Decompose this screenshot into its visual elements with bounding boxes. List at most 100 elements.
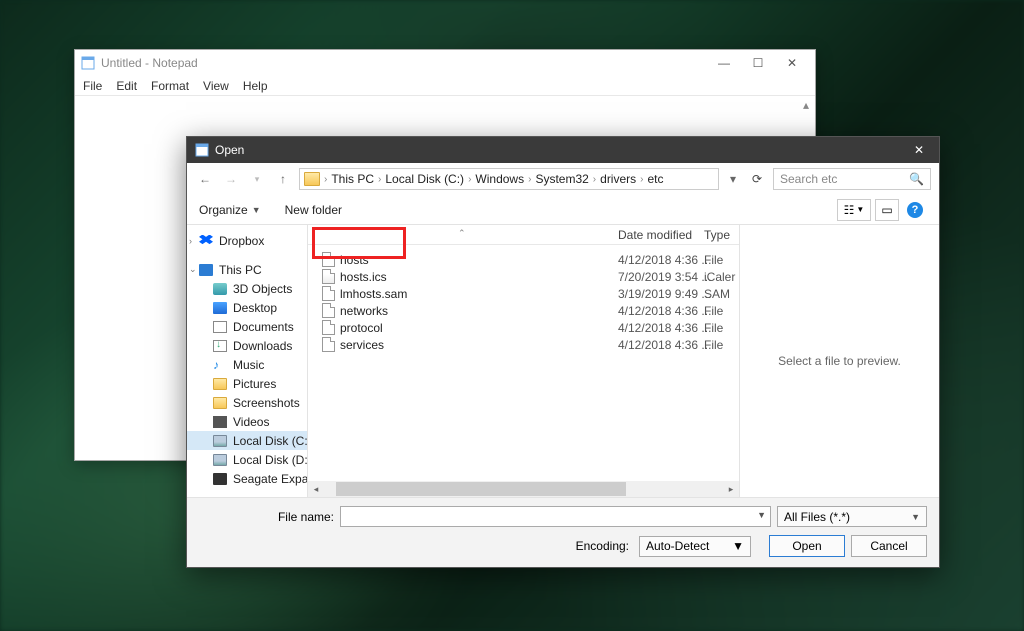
maximize-button[interactable]: ☐	[741, 50, 775, 76]
file-date: 4/12/2018 4:36 ...	[618, 321, 711, 335]
dialog-titlebar[interactable]: Open ✕	[187, 137, 939, 163]
chevron-down-icon: ⌄	[189, 264, 197, 275]
file-type: File	[704, 338, 723, 352]
sidebar-item-music[interactable]: ♪Music	[187, 355, 307, 374]
encoding-value: Auto-Detect	[646, 539, 709, 553]
file-row-hosts-ics[interactable]: hosts.ics7/20/2019 3:54 ...iCaler	[308, 268, 739, 285]
menu-file[interactable]: File	[83, 79, 102, 93]
preview-message: Select a file to preview.	[778, 354, 901, 368]
sidebar-item-label: Dropbox	[219, 234, 264, 248]
view-icon: ☷	[844, 203, 855, 217]
search-icon: 🔍	[909, 172, 924, 186]
file-row-hosts[interactable]: hosts4/12/2018 4:36 ...File	[308, 251, 739, 268]
drive-icon	[213, 435, 227, 447]
minimize-button[interactable]: ―	[707, 50, 741, 76]
up-button[interactable]: ↑	[273, 172, 293, 186]
toolbar: Organize ▼ New folder ☷ ▼ ▭ ?	[187, 195, 939, 225]
horizontal-scrollbar[interactable]: ◂ ▸	[308, 481, 739, 497]
filename-input[interactable]: ▼	[340, 506, 771, 527]
menu-format[interactable]: Format	[151, 79, 189, 93]
scroll-right-icon[interactable]: ▸	[723, 481, 739, 497]
back-button[interactable]: ←	[195, 172, 215, 186]
help-button[interactable]: ?	[903, 199, 927, 221]
file-icon	[322, 337, 335, 352]
crumb-thispc[interactable]: This PC	[331, 172, 374, 186]
column-date[interactable]: Date modified	[618, 228, 692, 242]
cancel-button[interactable]: Cancel	[851, 535, 927, 557]
file-row-lmhosts[interactable]: lmhosts.sam3/19/2019 9:49 ...SAM	[308, 285, 739, 302]
column-type[interactable]: Type	[704, 228, 730, 242]
encoding-select[interactable]: Auto-Detect ▼	[639, 536, 751, 557]
sidebar-item-label: Seagate Expansion	[233, 472, 307, 486]
scrollbar-thumb[interactable]	[336, 482, 626, 496]
folder-icon	[213, 397, 227, 409]
downloads-icon	[213, 340, 227, 352]
drive-icon	[213, 473, 227, 485]
crumb-etc[interactable]: etc	[648, 172, 664, 186]
notepad-titlebar[interactable]: Untitled - Notepad ― ☐ ✕	[75, 50, 815, 76]
new-folder-button[interactable]: New folder	[285, 203, 342, 217]
search-input[interactable]: Search etc 🔍	[773, 168, 931, 190]
breadcrumb-dropdown-icon[interactable]: ▾	[725, 172, 741, 186]
music-icon: ♪	[213, 359, 227, 371]
help-icon: ?	[907, 202, 923, 218]
menu-view[interactable]: View	[203, 79, 229, 93]
sidebar-item-screenshots[interactable]: Screenshots	[187, 393, 307, 412]
preview-pane-button[interactable]: ▭	[875, 199, 899, 221]
menu-edit[interactable]: Edit	[116, 79, 137, 93]
sidebar-item-label: This PC	[219, 263, 262, 277]
close-button[interactable]: ✕	[775, 50, 809, 76]
view-options-button[interactable]: ☷ ▼	[837, 199, 871, 221]
chevron-right-icon: ›	[640, 174, 643, 185]
file-icon	[322, 320, 335, 335]
sidebar-item-3dobjects[interactable]: 3D Objects	[187, 279, 307, 298]
folder-icon	[304, 172, 320, 186]
crumb-windows[interactable]: Windows	[475, 172, 524, 186]
sidebar-item-local-disk-d[interactable]: Local Disk (D:)	[187, 450, 307, 469]
sidebar-item-label: Pictures	[233, 377, 276, 391]
sidebar-item-documents[interactable]: Documents	[187, 317, 307, 336]
file-name: services	[340, 338, 384, 352]
scroll-up-icon[interactable]: ▴	[799, 98, 813, 112]
column-headers[interactable]: ⌃ Date modified Type	[308, 225, 739, 245]
file-date: 7/20/2019 3:54 ...	[618, 270, 711, 284]
sidebar-item-local-disk-c[interactable]: Local Disk (C:)	[187, 431, 307, 450]
sidebar-item-pictures[interactable]: Pictures	[187, 374, 307, 393]
organize-button[interactable]: Organize ▼	[199, 203, 261, 217]
file-date: 4/12/2018 4:36 ...	[618, 338, 711, 352]
open-button[interactable]: Open	[769, 535, 845, 557]
sidebar-item-downloads[interactable]: Downloads	[187, 336, 307, 355]
3dobjects-icon	[213, 283, 227, 295]
chevron-down-icon[interactable]: ▼	[757, 510, 766, 520]
file-row-networks[interactable]: networks4/12/2018 4:36 ...File	[308, 302, 739, 319]
sidebar-item-desktop[interactable]: Desktop	[187, 298, 307, 317]
menu-help[interactable]: Help	[243, 79, 268, 93]
file-type-filter[interactable]: All Files (*.*) ▼	[777, 506, 927, 527]
forward-button[interactable]: →	[221, 172, 241, 186]
dialog-close-button[interactable]: ✕	[899, 137, 939, 163]
sidebar-item-seagate[interactable]: Seagate Expansion	[187, 469, 307, 488]
filename-label: File name:	[199, 510, 334, 524]
sort-indicator-icon: ⌃	[458, 228, 466, 239]
sidebar-item-dropbox[interactable]: ›Dropbox	[187, 231, 307, 250]
scroll-left-icon[interactable]: ◂	[308, 481, 324, 497]
notepad-icon	[81, 56, 95, 70]
file-row-protocol[interactable]: protocol4/12/2018 4:36 ...File	[308, 319, 739, 336]
nav-bar: ← → ▾ ↑ › This PC › Local Disk (C:) › Wi…	[187, 163, 939, 195]
crumb-system32[interactable]: System32	[535, 172, 588, 186]
file-name: hosts.ics	[340, 270, 387, 284]
sidebar-item-label: Desktop	[233, 301, 277, 315]
file-date: 3/19/2019 9:49 ...	[618, 287, 711, 301]
file-list[interactable]: ⌃ Date modified Type hosts4/12/2018 4:36…	[308, 225, 739, 497]
sidebar-item-thispc[interactable]: ⌄ This PC	[187, 260, 307, 279]
history-dropdown-icon[interactable]: ▾	[247, 174, 267, 185]
file-row-services[interactable]: services 4/12/2018 4:36 ...File	[308, 336, 739, 353]
sidebar-item-label: Screenshots	[233, 396, 300, 410]
sidebar-item-label: 3D Objects	[233, 282, 292, 296]
crumb-drivers[interactable]: drivers	[600, 172, 636, 186]
file-name: protocol	[340, 321, 383, 335]
sidebar-item-videos[interactable]: Videos	[187, 412, 307, 431]
refresh-button[interactable]: ⟳	[747, 172, 767, 186]
crumb-c[interactable]: Local Disk (C:)	[385, 172, 464, 186]
breadcrumb[interactable]: › This PC › Local Disk (C:) › Windows › …	[299, 168, 719, 190]
